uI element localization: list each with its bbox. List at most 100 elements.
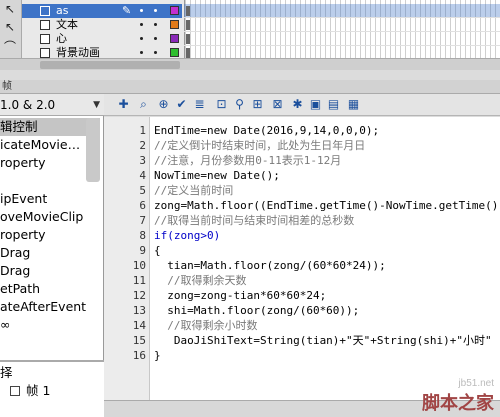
line-number: 12 bbox=[132, 289, 146, 302]
frame-row[interactable] bbox=[184, 32, 500, 46]
visibility-dot[interactable] bbox=[140, 23, 143, 26]
frame-row[interactable] bbox=[184, 18, 500, 32]
line-number: 8 bbox=[139, 229, 146, 242]
actions-toolbox: 1.0 & 2.0 ▼ 辑控制 icateMovie… roperty ipEv… bbox=[0, 94, 104, 417]
add-icon[interactable]: ✚ bbox=[116, 97, 131, 112]
code-line: zong=Math.floor((EndTime.getTime()-NowTi… bbox=[154, 199, 499, 212]
line-number: 3 bbox=[139, 154, 146, 167]
list-item[interactable]: ipEvent bbox=[0, 190, 100, 208]
line-number: 4 bbox=[139, 169, 146, 182]
script-navigator: 择 帧 1 bbox=[0, 360, 104, 417]
debug-icon[interactable]: ⚲ bbox=[232, 97, 247, 112]
frame-row[interactable] bbox=[184, 4, 500, 18]
list-item[interactable]: roperty bbox=[0, 226, 100, 244]
chevron-down-icon: ▼ bbox=[93, 100, 100, 110]
code-line: { bbox=[154, 244, 161, 257]
outline-swatch[interactable] bbox=[170, 48, 179, 57]
actions-toolbar: ✚ ⌕ ⊕ ✔ ≣ ⊡ ⚲ ⊞ ⊠ ✱ ▣ ▤ ▦ bbox=[104, 94, 500, 116]
watermark-brand: 脚本之家 bbox=[422, 393, 494, 414]
line-number: 7 bbox=[139, 214, 146, 227]
layer-row-text[interactable]: 文本 bbox=[22, 18, 182, 32]
pencil-icon: ✎ bbox=[122, 4, 132, 17]
scrollbar-thumb[interactable] bbox=[40, 61, 180, 69]
code-comment: //注意，月份参数用0-11表示1-12月 bbox=[154, 154, 342, 167]
code-line: shi=Math.floor(zong/(60*60)); bbox=[154, 304, 360, 317]
nav-item-frame[interactable]: 帧 1 bbox=[0, 382, 104, 400]
target-icon[interactable]: ⊕ bbox=[156, 97, 171, 112]
code-hint-icon[interactable]: ⊡ bbox=[214, 97, 229, 112]
watermark: jb51.net 脚本之家 bbox=[422, 378, 494, 415]
lock-dot[interactable] bbox=[154, 51, 157, 54]
lock-dot[interactable] bbox=[154, 9, 157, 12]
list-item[interactable]: etPath bbox=[0, 280, 100, 298]
collapse-selection-icon[interactable]: ⊠ bbox=[270, 97, 285, 112]
list-item[interactable]: oveMovieClip bbox=[0, 208, 100, 226]
layer-icon bbox=[40, 34, 50, 44]
layer-icon bbox=[40, 20, 50, 30]
line-number: 16 bbox=[132, 349, 146, 362]
list-item[interactable] bbox=[0, 172, 100, 190]
code-line: } bbox=[154, 349, 161, 362]
lock-dot[interactable] bbox=[154, 23, 157, 26]
nav-item-selection[interactable]: 择 bbox=[0, 364, 104, 382]
code-area[interactable]: EndTime=new Date(2016,9,14,0,0,0); //定义倒… bbox=[154, 117, 500, 400]
lasso-tool-icon[interactable]: ⌒ bbox=[2, 40, 18, 54]
outline-swatch[interactable] bbox=[170, 20, 179, 29]
frame-icon bbox=[10, 386, 20, 396]
comment-icon[interactable]: ▣ bbox=[308, 97, 323, 112]
subselect-tool-icon[interactable]: ↖ bbox=[2, 20, 18, 34]
layer-name: 心 bbox=[56, 32, 67, 45]
code-comment: //定义倒计时结束时间，此处为生日年月日 bbox=[154, 139, 366, 152]
uncomment-icon[interactable]: ▤ bbox=[326, 97, 341, 112]
line-number: 14 bbox=[132, 319, 146, 332]
arrow-tool-icon[interactable]: ↖ bbox=[2, 2, 18, 16]
outline-swatch[interactable] bbox=[170, 34, 179, 43]
list-item[interactable]: Drag bbox=[0, 262, 100, 280]
list-item[interactable]: ateAfterEvent bbox=[0, 298, 100, 316]
timeline-scrollbar[interactable] bbox=[0, 58, 500, 70]
list-item[interactable]: 辑控制 bbox=[0, 118, 100, 136]
outline-swatch[interactable] bbox=[170, 6, 179, 15]
code-line: DaoJiShiText=String(tian)+"天"+String(shi… bbox=[154, 334, 492, 347]
line-number: 15 bbox=[132, 334, 146, 347]
find-icon[interactable]: ⌕ bbox=[136, 97, 151, 112]
layer-row-as[interactable]: as ✎ bbox=[22, 4, 182, 18]
collapse-icon[interactable]: ⊞ bbox=[250, 97, 265, 112]
code-comment: //取得剩余小时数 bbox=[154, 319, 258, 332]
list-scrollbar[interactable] bbox=[86, 118, 100, 182]
line-number: 11 bbox=[132, 274, 146, 287]
line-number: 9 bbox=[139, 244, 146, 257]
check-syntax-icon[interactable]: ✔ bbox=[174, 97, 189, 112]
layer-icon bbox=[40, 6, 50, 16]
visibility-dot[interactable] bbox=[140, 9, 143, 12]
keyframe[interactable] bbox=[186, 20, 190, 30]
layer-name: 文本 bbox=[56, 18, 78, 31]
line-number: 1 bbox=[139, 124, 146, 137]
layer-icon bbox=[40, 48, 50, 58]
list-item[interactable]: Drag bbox=[0, 244, 100, 262]
actions-panel-title: 帧 bbox=[0, 80, 500, 94]
show-toolbox-icon[interactable]: ▦ bbox=[346, 97, 361, 112]
code-comment: //定义当前时间 bbox=[154, 184, 234, 197]
list-item[interactable]: roperty bbox=[0, 154, 100, 172]
list-item[interactable]: ∞ bbox=[0, 316, 100, 334]
timeline-panel: ↖ ↖ ⌒ as ✎ 文本 心 背景动画 bbox=[0, 0, 500, 70]
lock-dot[interactable] bbox=[154, 37, 157, 40]
version-select[interactable]: 1.0 & 2.0 ▼ bbox=[0, 94, 104, 116]
visibility-dot[interactable] bbox=[140, 51, 143, 54]
line-number-gutter: 1 2 3 4 5 6 7 8 9 10 11 12 13 14 15 16 bbox=[104, 117, 150, 400]
layer-row-heart[interactable]: 心 bbox=[22, 32, 182, 46]
list-item[interactable]: icateMovie… bbox=[0, 136, 100, 154]
visibility-dot[interactable] bbox=[140, 37, 143, 40]
expand-icon[interactable]: ✱ bbox=[290, 97, 305, 112]
code-line: tian=Math.floor(zong/(60*60*24)); bbox=[154, 259, 386, 272]
code-comment: //取得当前时间与结束时间相差的总秒数 bbox=[154, 214, 355, 227]
line-number: 2 bbox=[139, 139, 146, 152]
auto-format-icon[interactable]: ≣ bbox=[192, 97, 207, 112]
keyframe[interactable] bbox=[186, 6, 190, 16]
line-number: 13 bbox=[132, 304, 146, 317]
line-number: 5 bbox=[139, 184, 146, 197]
keyframe[interactable] bbox=[186, 48, 190, 58]
keyframe[interactable] bbox=[186, 34, 190, 44]
script-editor[interactable]: 1 2 3 4 5 6 7 8 9 10 11 12 13 14 15 16 E… bbox=[104, 117, 500, 400]
